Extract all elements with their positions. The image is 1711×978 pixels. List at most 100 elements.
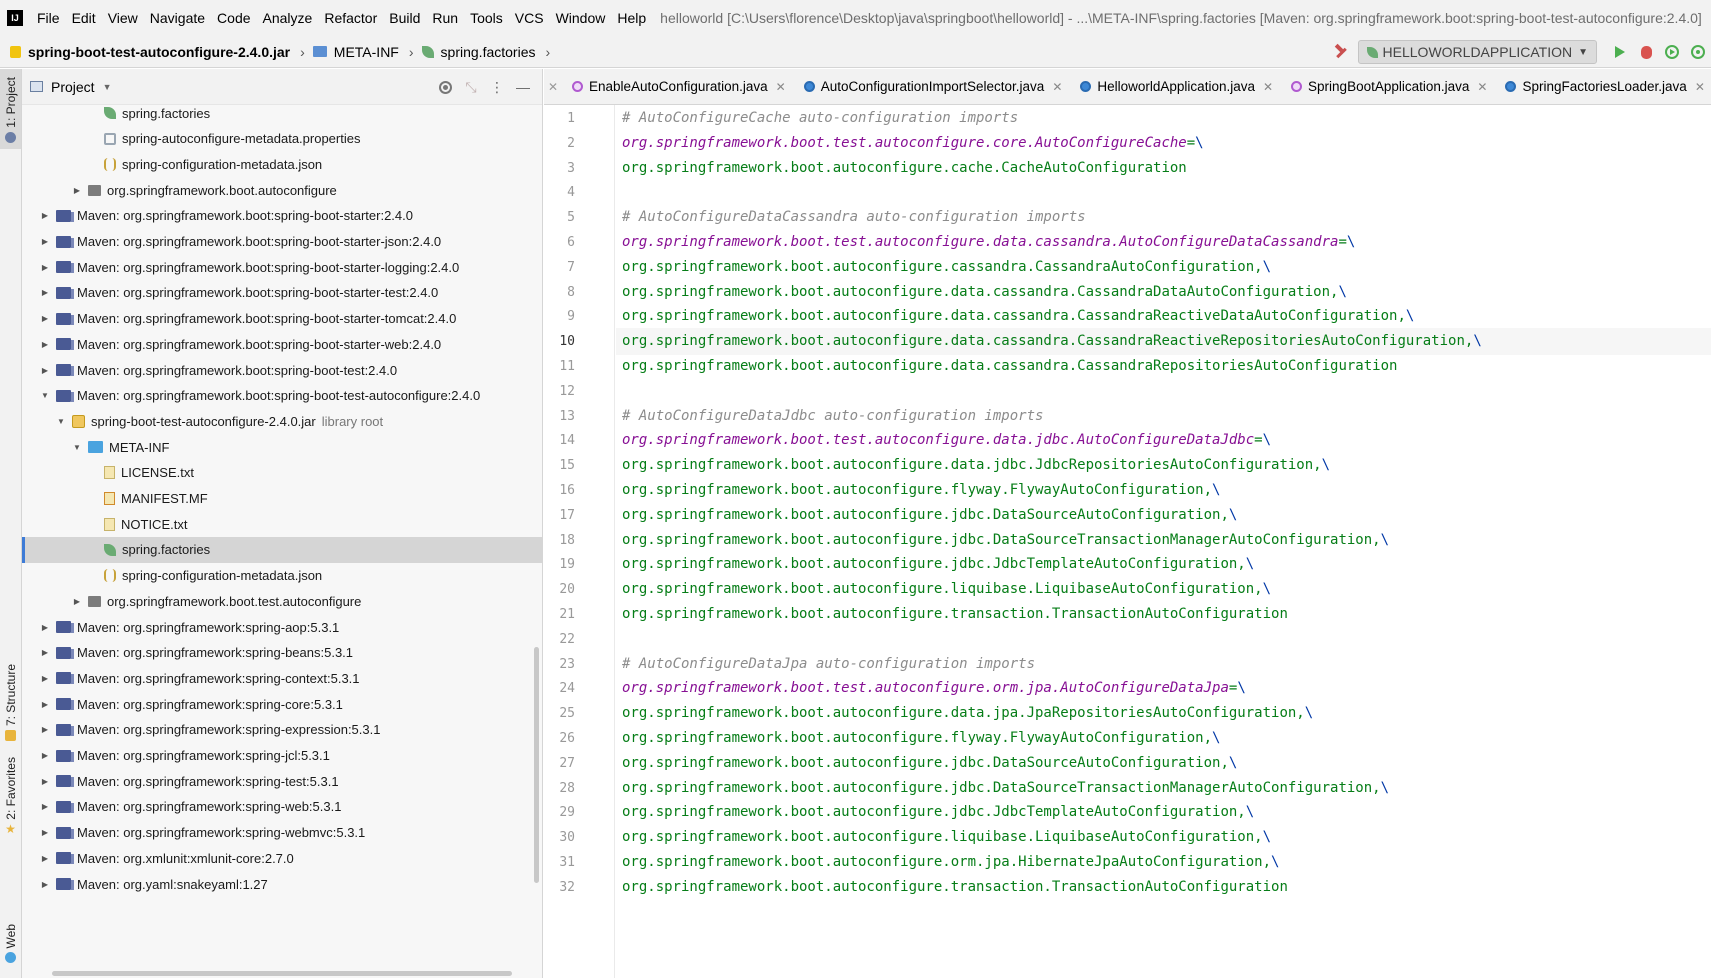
- chevron-down-icon[interactable]: ▼: [70, 443, 84, 452]
- tree-item[interactable]: ▶ Maven: org.springframework:spring-webmv…: [22, 820, 542, 846]
- menu-refactor[interactable]: Refactor: [318, 10, 383, 26]
- chevron-right-icon[interactable]: ▶: [38, 828, 52, 837]
- menu-edit[interactable]: Edit: [66, 10, 102, 26]
- tree-item[interactable]: ▶ Maven: org.xmlunit:xmlunit-core:2.7.0: [22, 845, 542, 871]
- chevron-right-icon[interactable]: ▶: [38, 314, 52, 323]
- chevron-right-icon[interactable]: ▶: [38, 288, 52, 297]
- tree-item[interactable]: ▶ Maven: org.springframework:spring-expre…: [22, 717, 542, 743]
- tree-item[interactable]: ▶ Maven: org.springframework.boot:spring-…: [22, 331, 542, 357]
- close-icon[interactable]: ✕: [776, 80, 786, 94]
- menu-code[interactable]: Code: [211, 10, 256, 26]
- menu-run[interactable]: Run: [426, 10, 464, 26]
- tree-item[interactable]: ▶ Maven: org.yaml:snakeyaml:1.27: [22, 871, 542, 897]
- menu-vcs[interactable]: VCS: [509, 10, 550, 26]
- chevron-right-icon[interactable]: ▶: [38, 751, 52, 760]
- tree-item[interactable]: spring.factories: [22, 105, 542, 126]
- chevron-right-icon[interactable]: ▶: [38, 854, 52, 863]
- tree-item[interactable]: ▼ spring-boot-test-autoconfigure-2.4.0.ja…: [22, 408, 542, 434]
- tree-item[interactable]: spring-configuration-metadata.json: [22, 563, 542, 589]
- chevron-right-icon[interactable]: ▶: [38, 263, 52, 272]
- tree-item[interactable]: spring.factories: [22, 536, 542, 563]
- menu-help[interactable]: Help: [611, 10, 652, 26]
- chevron-right-icon[interactable]: ▶: [38, 366, 52, 375]
- chevron-right-icon[interactable]: ▶: [70, 186, 84, 195]
- tree-item[interactable]: spring-configuration-metadata.json: [22, 151, 542, 177]
- hide-panel-button[interactable]: —: [510, 74, 536, 100]
- structure-tool-button[interactable]: 7: Structure: [0, 664, 21, 742]
- tree-item[interactable]: ▶ Maven: org.springframework.boot:spring-…: [22, 306, 542, 332]
- debug-button[interactable]: [1633, 39, 1659, 65]
- chevron-right-icon[interactable]: ▶: [38, 777, 52, 786]
- tree-item[interactable]: ▶ Maven: org.springframework.boot:spring-…: [22, 357, 542, 383]
- menu-build[interactable]: Build: [383, 10, 426, 26]
- tree-item[interactable]: NOTICE.txt: [22, 511, 542, 537]
- tree-item[interactable]: spring-autoconfigure-metadata.properties: [22, 126, 542, 152]
- tree-vertical-scrollbar[interactable]: [534, 647, 539, 883]
- chevron-down-icon[interactable]: ▼: [54, 417, 68, 426]
- chevron-down-icon[interactable]: ▼: [103, 82, 112, 92]
- breadcrumb-spring-factories[interactable]: spring.factories: [441, 44, 536, 60]
- menu-tools[interactable]: Tools: [464, 10, 509, 26]
- tree-item[interactable]: ▶ org.springframework.boot.test.autoconfi…: [22, 588, 542, 614]
- tree-item[interactable]: ▶ Maven: org.springframework:spring-test:…: [22, 768, 542, 794]
- chevron-down-icon[interactable]: ▼: [38, 391, 52, 400]
- coverage-button[interactable]: [1659, 39, 1685, 65]
- close-icon[interactable]: ✕: [1695, 80, 1705, 94]
- chevron-right-icon[interactable]: ▶: [38, 340, 52, 349]
- breadcrumb-meta-inf[interactable]: META-INF: [334, 44, 399, 60]
- web-tool-button[interactable]: Web: [0, 924, 21, 964]
- chevron-right-icon[interactable]: ▶: [38, 623, 52, 632]
- tree-item[interactable]: ▶ Maven: org.springframework:spring-web:5…: [22, 794, 542, 820]
- tree-item[interactable]: ▶ Maven: org.springframework.boot:spring-…: [22, 254, 542, 280]
- chevron-right-icon[interactable]: ▶: [38, 648, 52, 657]
- favorites-tool-button[interactable]: 2: Favorites ★: [0, 757, 21, 835]
- chevron-right-icon[interactable]: ▶: [38, 211, 52, 220]
- menu-file[interactable]: File: [31, 10, 66, 26]
- tree-item[interactable]: ▶ Maven: org.springframework.boot:spring-…: [22, 229, 542, 255]
- collapse-all-button[interactable]: ⤡: [458, 74, 484, 100]
- run-button[interactable]: [1607, 39, 1633, 65]
- tree-item[interactable]: ▶ Maven: org.springframework.boot:spring-…: [22, 203, 542, 229]
- close-icon[interactable]: ✕: [1263, 80, 1273, 94]
- menu-window[interactable]: Window: [550, 10, 612, 26]
- build-hammer-icon[interactable]: [1334, 45, 1348, 59]
- tree-item[interactable]: ▶ Maven: org.springframework:spring-beans…: [22, 640, 542, 666]
- tree-item[interactable]: ▶ Maven: org.springframework.boot:spring-…: [22, 280, 542, 306]
- run-configuration-selector[interactable]: HELLOWORLDAPPLICATION ▼: [1357, 40, 1597, 64]
- menu-view[interactable]: View: [102, 10, 144, 26]
- chevron-right-icon[interactable]: ▶: [70, 597, 84, 606]
- tree-item[interactable]: ▼ META-INF: [22, 434, 542, 460]
- close-icon[interactable]: ✕: [1052, 80, 1062, 94]
- chevron-right-icon[interactable]: ▶: [38, 700, 52, 709]
- menu-analyze[interactable]: Analyze: [257, 10, 319, 26]
- options-button[interactable]: ⋮: [484, 74, 510, 100]
- project-panel-title[interactable]: Project: [51, 79, 95, 95]
- tree-item[interactable]: ▶ Maven: org.springframework:spring-aop:5…: [22, 614, 542, 640]
- profile-button[interactable]: [1685, 39, 1711, 65]
- editor-tab[interactable]: AutoConfigurationImportSelector.java ✕: [792, 69, 1069, 104]
- tree-item[interactable]: ▶ Maven: org.springframework:spring-jcl:5…: [22, 743, 542, 769]
- chevron-right-icon[interactable]: ▶: [38, 674, 52, 683]
- tree-item[interactable]: ▶ org.springframework.boot.autoconfigure: [22, 177, 542, 203]
- editor-tab[interactable]: EnableAutoConfiguration.java ✕: [560, 69, 792, 104]
- tree-horizontal-scrollbar[interactable]: [52, 971, 512, 976]
- tree-item[interactable]: MANIFEST.MF: [22, 486, 542, 512]
- tree-item[interactable]: LICENSE.txt: [22, 460, 542, 486]
- project-tool-button[interactable]: 1: Project: [0, 69, 21, 149]
- chevron-right-icon[interactable]: ▶: [38, 725, 52, 734]
- breadcrumb-jar[interactable]: spring-boot-test-autoconfigure-2.4.0.jar: [28, 44, 290, 60]
- chevron-right-icon[interactable]: ▶: [38, 802, 52, 811]
- tree-item[interactable]: ▶ Maven: org.springframework:spring-conte…: [22, 665, 542, 691]
- code-editor-area[interactable]: # AutoConfigureCache auto-configuration …: [616, 105, 1711, 978]
- locate-file-button[interactable]: [432, 74, 458, 100]
- menu-navigate[interactable]: Navigate: [144, 10, 211, 26]
- close-icon[interactable]: ✕: [546, 80, 560, 94]
- tree-item[interactable]: ▶ Maven: org.springframework:spring-core:…: [22, 691, 542, 717]
- chevron-right-icon[interactable]: ▶: [38, 880, 52, 889]
- editor-tab[interactable]: SpringFactoriesLoader.java ✕: [1493, 69, 1710, 104]
- editor-tab[interactable]: SpringBootApplication.java ✕: [1279, 69, 1493, 104]
- editor-tab[interactable]: HelloworldApplication.java ✕: [1068, 69, 1279, 104]
- chevron-right-icon[interactable]: ▶: [38, 237, 52, 246]
- close-icon[interactable]: ✕: [1477, 80, 1487, 94]
- tree-item[interactable]: ▼ Maven: org.springframework.boot:spring-…: [22, 383, 542, 409]
